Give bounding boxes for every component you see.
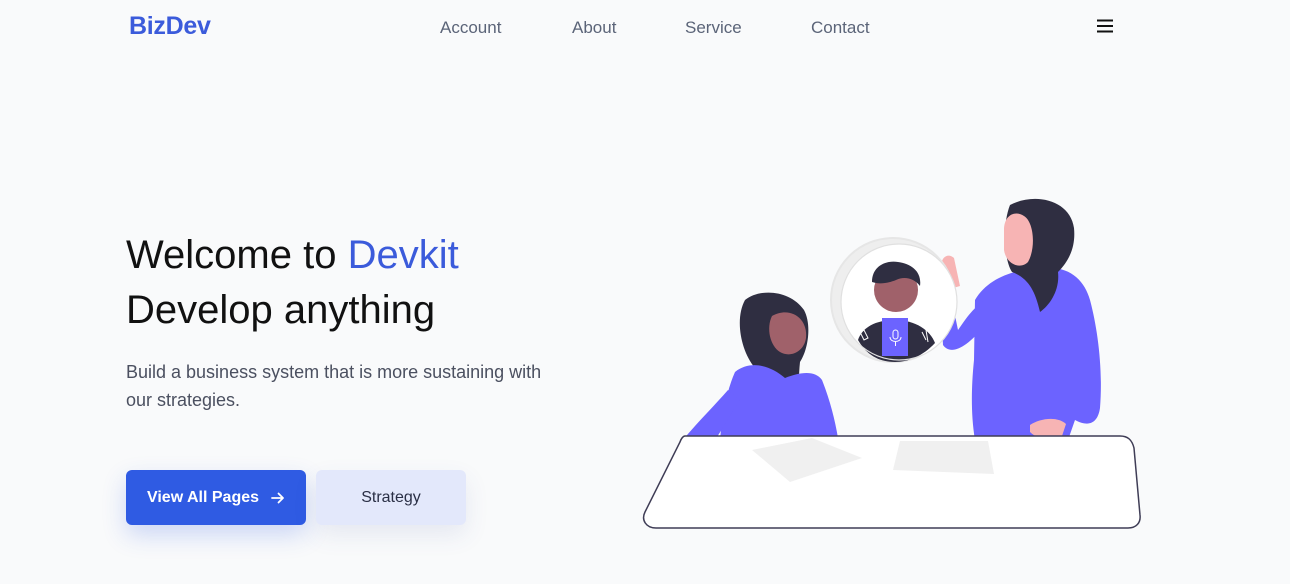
- hero-subtitle: Build a business system that is more sus…: [126, 362, 542, 410]
- standing-woman-figure: [940, 198, 1101, 440]
- hero-title: Welcome to Devkit Develop anything: [126, 228, 459, 338]
- table: [642, 435, 1141, 529]
- strategy-label: Strategy: [361, 488, 421, 506]
- nav-link-contact[interactable]: Contact: [811, 18, 870, 38]
- view-all-pages-button[interactable]: View All Pages: [126, 470, 306, 525]
- hamburger-menu-button[interactable]: [1094, 14, 1116, 38]
- video-call-bubble: [830, 237, 958, 363]
- hero-title-line2: Develop anything: [126, 288, 436, 332]
- page: BizDev Account About Service Contact Wel…: [0, 0, 1290, 584]
- nav-link-service[interactable]: Service: [685, 18, 742, 38]
- arrow-right-icon: [271, 492, 284, 503]
- strategy-button[interactable]: Strategy: [316, 470, 466, 525]
- hero-title-prefix: Welcome to: [126, 233, 348, 277]
- hamburger-menu-icon: [1097, 19, 1113, 33]
- nav-link-account[interactable]: Account: [440, 18, 501, 38]
- hero-title-accent: Devkit: [347, 233, 459, 277]
- team-video-call-illustration: [642, 198, 1141, 529]
- view-all-pages-label: View All Pages: [146, 488, 260, 506]
- nav-link-about[interactable]: About: [572, 18, 616, 38]
